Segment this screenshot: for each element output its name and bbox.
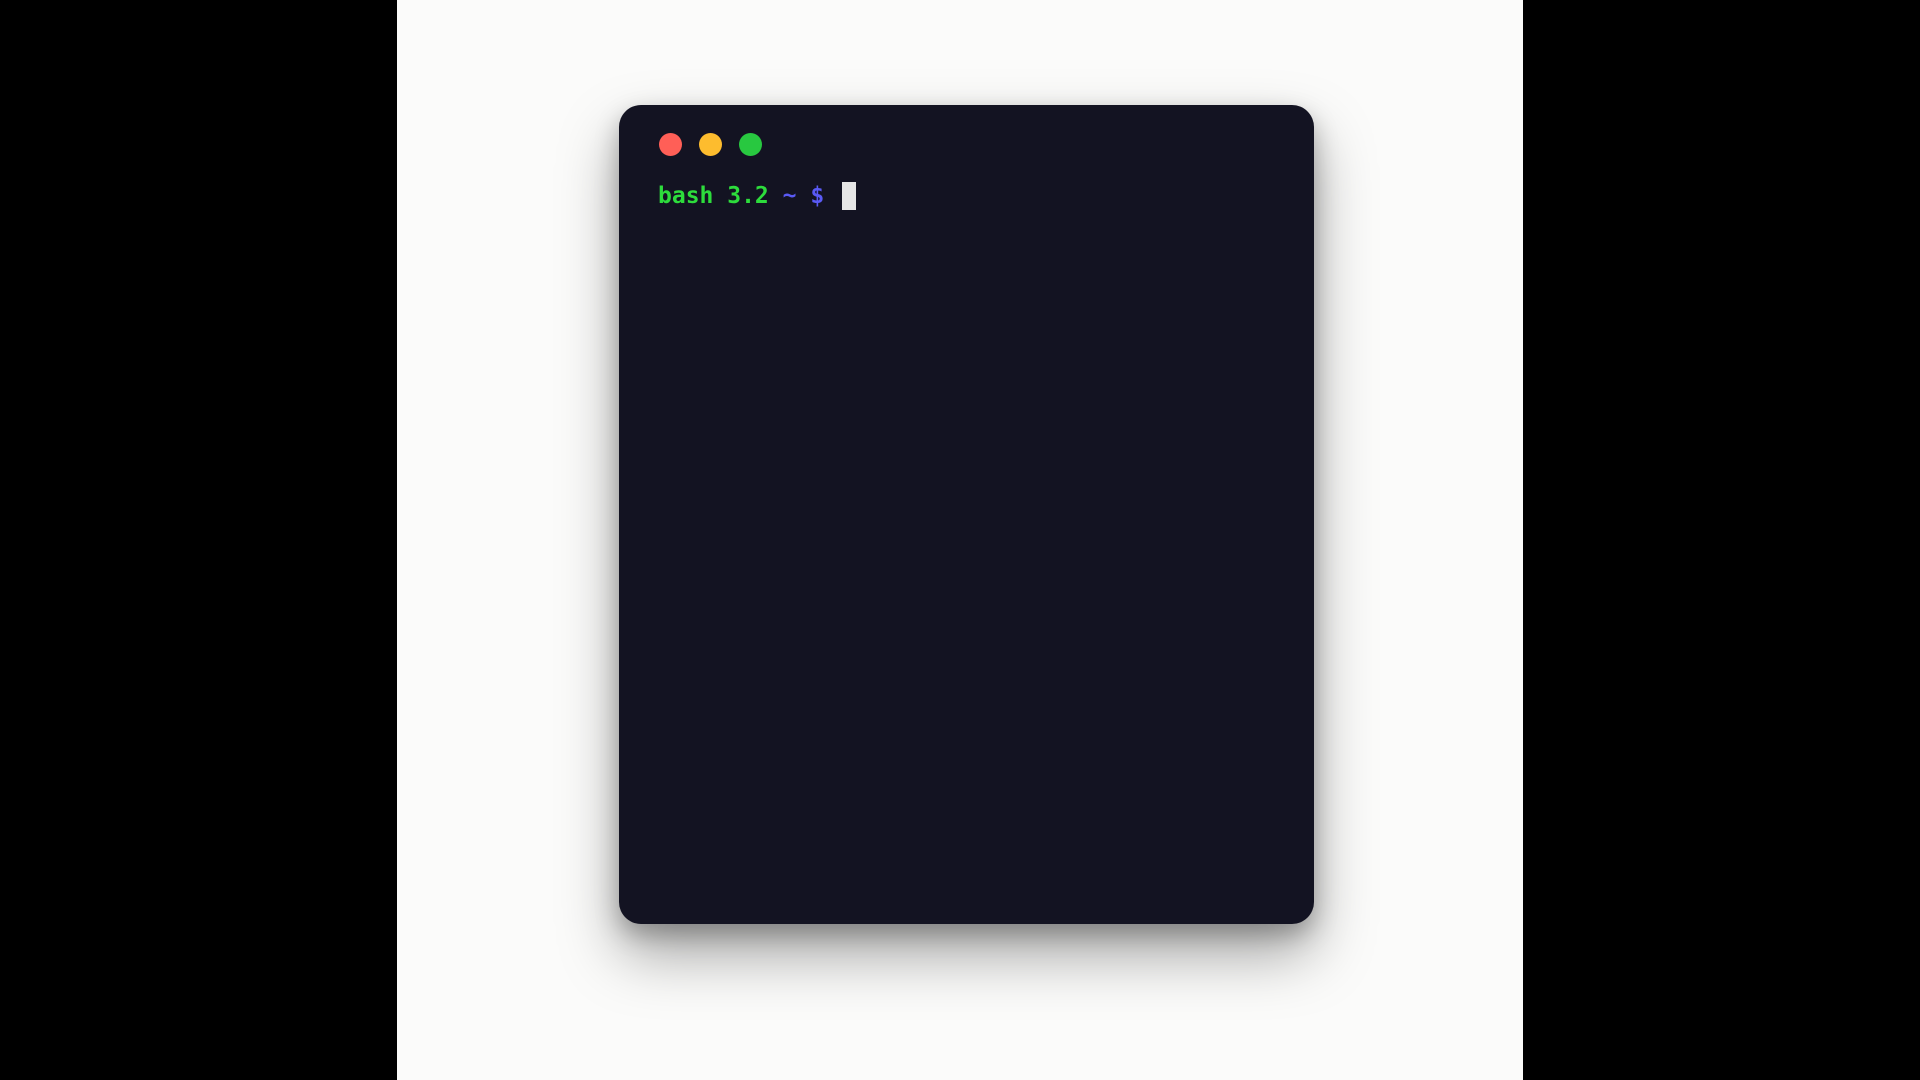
- terminal-prompt-line[interactable]: bash 3.2 ~ $: [658, 179, 857, 213]
- prompt-shell: bash 3.2: [658, 183, 769, 209]
- prompt-symbol: $: [810, 183, 825, 209]
- page-canvas: bash 3.2 ~ $: [397, 0, 1523, 1080]
- window-controls: [659, 133, 762, 157]
- letterbox-left: [0, 0, 397, 1080]
- minimize-button[interactable]: [699, 133, 722, 156]
- prompt-path: ~: [782, 183, 797, 209]
- letterbox-right: [1523, 0, 1920, 1080]
- terminal-window[interactable]: bash 3.2 ~ $: [619, 105, 1314, 924]
- zoom-button[interactable]: [739, 133, 762, 156]
- close-button[interactable]: [659, 133, 682, 156]
- text-cursor: [842, 182, 857, 210]
